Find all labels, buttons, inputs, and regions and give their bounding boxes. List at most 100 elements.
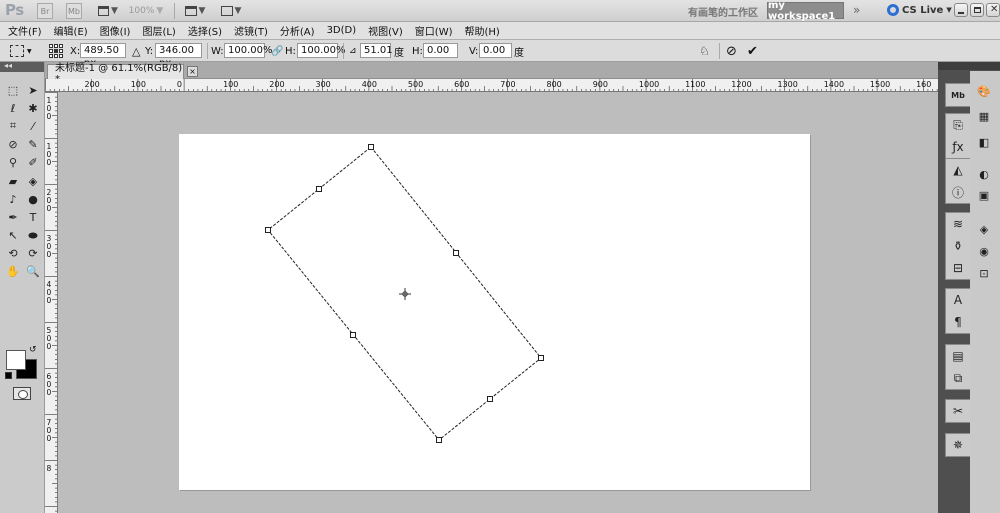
transform-handle[interactable]: [453, 250, 459, 256]
more-workspaces-icon[interactable]: »: [853, 3, 860, 17]
swap-colors-icon[interactable]: ↺: [29, 345, 37, 355]
magic-wand-icon[interactable]: ✱: [23, 99, 43, 117]
menu-select[interactable]: 选择(S): [182, 23, 228, 38]
tool-presets-icon[interactable]: ⊟: [947, 257, 969, 279]
document-tab[interactable]: 未标题-1 @ 61.1%(RGB/8) * ×: [47, 63, 198, 85]
menu-layer[interactable]: 图层(L): [136, 23, 181, 38]
transform-handle[interactable]: [265, 227, 271, 233]
arrange-documents-button[interactable]: ▼: [182, 3, 208, 19]
3d-orbit-icon[interactable]: ⟳: [23, 245, 43, 263]
color-panel-icon[interactable]: 🎨: [974, 81, 994, 101]
hand-icon[interactable]: ✋: [3, 263, 23, 281]
quick-mask-button[interactable]: [13, 387, 31, 400]
layer-comps-icon[interactable]: ▤: [947, 345, 969, 367]
height-field[interactable]: 100.00%: [297, 43, 346, 58]
pen-icon[interactable]: ✒: [3, 208, 23, 226]
swatches-icon[interactable]: ▦: [974, 106, 994, 126]
bridge-button[interactable]: Br: [37, 3, 53, 19]
link-icon[interactable]: 🔗: [271, 43, 283, 59]
cs-live-button[interactable]: CS Live ▼: [887, 4, 952, 16]
crop-icon[interactable]: ⌗: [3, 117, 23, 135]
history-brush-icon[interactable]: ✐: [23, 154, 43, 172]
type-icon[interactable]: T: [23, 208, 43, 226]
menu-view[interactable]: 视图(V): [362, 23, 409, 38]
menu-image[interactable]: 图像(I): [94, 23, 137, 38]
move-icon[interactable]: ➤: [23, 81, 43, 99]
channels-icon[interactable]: ◉: [974, 241, 994, 261]
menu-3d[interactable]: 3D(D): [321, 25, 363, 36]
adjustments-icon[interactable]: ◐: [974, 164, 994, 184]
dodge-icon[interactable]: ●: [23, 190, 43, 208]
transform-selection[interactable]: [58, 92, 938, 513]
warp-mode-icon[interactable]: ♘: [699, 43, 710, 59]
vertical-ruler[interactable]: 1001002003004005006007008: [45, 92, 58, 513]
actions-icon[interactable]: ƒx: [947, 136, 969, 158]
foreground-color-swatch[interactable]: [6, 350, 26, 370]
canvas-area[interactable]: [58, 92, 938, 513]
info-icon[interactable]: ⓘ: [947, 181, 969, 203]
angle-field[interactable]: 51.01: [360, 43, 393, 58]
skew-h-field[interactable]: 0.00: [423, 43, 458, 58]
path-select-icon[interactable]: ↖: [3, 227, 23, 245]
x-field[interactable]: 489.50 px: [80, 43, 126, 69]
paint-bucket-icon[interactable]: ◈: [23, 172, 43, 190]
maximize-button[interactable]: [970, 3, 984, 17]
transform-handle[interactable]: [436, 437, 442, 443]
zoom-level-select[interactable]: 100% ▼: [129, 3, 164, 19]
history-icon[interactable]: ⎘: [947, 114, 969, 136]
3d-rotate-icon[interactable]: ⟲: [3, 245, 23, 263]
paths-icon[interactable]: ⊡: [974, 263, 994, 283]
y-field[interactable]: 346.00 px: [155, 43, 202, 69]
reference-point-icon[interactable]: [399, 288, 411, 300]
menu-edit[interactable]: 编辑(E): [48, 23, 94, 38]
transform-handle[interactable]: [368, 144, 374, 150]
eyedropper-icon[interactable]: ⁄: [23, 117, 43, 135]
default-colors-icon[interactable]: [5, 372, 12, 379]
cancel-transform-icon[interactable]: ⊘: [726, 43, 737, 59]
transform-handle[interactable]: [350, 332, 356, 338]
character-icon[interactable]: A: [947, 289, 969, 311]
paragraph-icon[interactable]: ¶: [947, 311, 969, 333]
view-extras-button[interactable]: ▼: [96, 3, 120, 19]
skew-v-field[interactable]: 0.00: [479, 43, 512, 58]
transform-handle[interactable]: [487, 396, 493, 402]
transform-handle[interactable]: [538, 355, 544, 361]
zoom-icon[interactable]: 🔍: [23, 263, 43, 281]
reference-point-locator[interactable]: [49, 43, 67, 59]
menu-filter[interactable]: 滤镜(T): [228, 23, 274, 38]
menu-help[interactable]: 帮助(H): [459, 23, 506, 38]
ellipse-icon[interactable]: ⬬: [23, 227, 43, 245]
marquee-icon[interactable]: ⬚: [3, 81, 23, 99]
lasso-icon[interactable]: ℓ: [3, 99, 23, 117]
transform-handle[interactable]: [316, 186, 322, 192]
close-button[interactable]: ✕: [986, 3, 1000, 17]
layers-icon[interactable]: ◈: [974, 219, 994, 239]
width-field[interactable]: 100.00%: [224, 43, 273, 58]
color-icon[interactable]: ◭: [947, 159, 969, 181]
workspace-button[interactable]: my workspace1: [767, 0, 844, 22]
mini-bridge-button[interactable]: Mb: [66, 3, 82, 19]
menu-analysis[interactable]: 分析(A): [274, 23, 321, 38]
close-tab-icon[interactable]: ×: [187, 66, 198, 77]
horizontal-ruler[interactable]: 200 100 0 100 200 300 400 500 600 700 800 900 1000 11…: [45, 79, 938, 92]
styles-icon[interactable]: ◧: [974, 132, 994, 152]
menu-window[interactable]: 窗口(W): [409, 23, 459, 38]
spot-heal-icon[interactable]: ⊘: [3, 136, 23, 154]
tool-preset-picker[interactable]: ▼: [10, 43, 42, 59]
masks-icon[interactable]: ▣: [974, 185, 994, 205]
blur-icon[interactable]: ♪: [3, 190, 23, 208]
3d-icon[interactable]: ✵: [947, 434, 969, 456]
dock-header[interactable]: [938, 62, 1000, 70]
menu-file[interactable]: 文件(F): [0, 23, 48, 38]
tools-icon[interactable]: ✂: [947, 400, 969, 422]
brush-presets-icon[interactable]: ≋: [947, 213, 969, 235]
commit-transform-icon[interactable]: ✔: [747, 43, 758, 59]
delta-icon[interactable]: △: [132, 43, 140, 59]
toolbox-header[interactable]: ◂◂: [0, 61, 44, 72]
clone-source-icon[interactable]: ⚱: [947, 235, 969, 257]
screen-mode-button[interactable]: ▼: [218, 3, 244, 19]
workspace-label[interactable]: 有画笔的工作区: [688, 4, 758, 19]
mini-bridge-icon[interactable]: Mb: [947, 84, 969, 106]
clone-stamp-icon[interactable]: ⚲: [3, 154, 23, 172]
eraser-icon[interactable]: ▰: [3, 172, 23, 190]
